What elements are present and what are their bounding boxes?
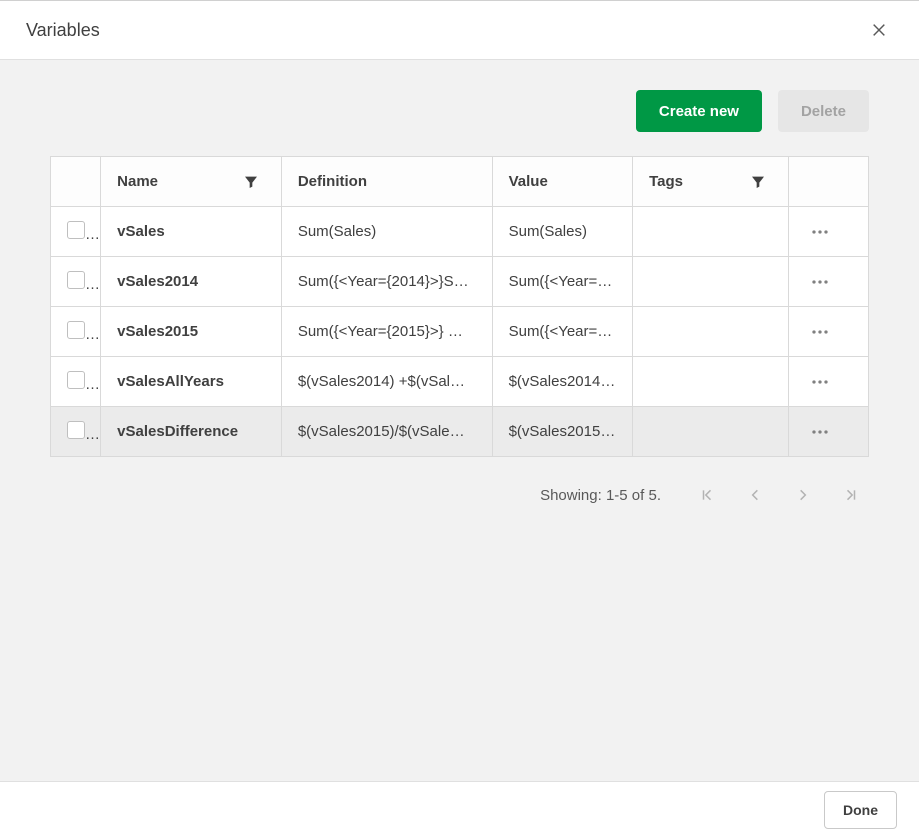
- row-actions-button[interactable]: [805, 417, 835, 447]
- more-icon: [811, 379, 829, 385]
- row-value: Sum({<Year={…: [492, 257, 633, 307]
- row-tags: [633, 357, 789, 407]
- table-row[interactable]: vSales2014Sum({<Year={2014}>}S…Sum({<Yea…: [51, 257, 869, 307]
- row-value: Sum(Sales): [492, 207, 633, 257]
- row-name: vSales2015: [101, 307, 282, 357]
- row-checkbox-cell: [51, 357, 101, 407]
- header-tags[interactable]: Tags: [633, 157, 789, 207]
- row-checkbox[interactable]: [67, 271, 85, 289]
- row-name: vSales: [101, 207, 282, 257]
- header-value[interactable]: Value: [492, 157, 633, 207]
- table-row[interactable]: vSalesAllYears$(vSales2014) +$(vSal…$(vS…: [51, 357, 869, 407]
- header-checkbox-cell: [51, 157, 101, 207]
- row-tags: [633, 407, 789, 457]
- row-definition: $(vSales2014) +$(vSal…: [281, 357, 492, 407]
- more-icon: [811, 229, 829, 235]
- table-header-row: Name Definition Value Tag: [51, 157, 869, 207]
- close-icon: [871, 21, 887, 39]
- close-button[interactable]: [865, 16, 893, 44]
- row-actions-cell: [788, 257, 868, 307]
- row-actions-button[interactable]: [805, 367, 835, 397]
- page-last-icon: [844, 488, 858, 502]
- row-name: vSales2014: [101, 257, 282, 307]
- create-new-button[interactable]: Create new: [636, 90, 762, 132]
- toolbar: Create new Delete: [50, 90, 869, 132]
- header-name[interactable]: Name: [101, 157, 282, 207]
- more-icon: [811, 279, 829, 285]
- row-value: Sum({<Year={…: [492, 307, 633, 357]
- row-actions-button[interactable]: [805, 267, 835, 297]
- row-definition: Sum({<Year={2015}>} …: [281, 307, 492, 357]
- variables-table: Name Definition Value Tag: [50, 156, 869, 457]
- pager-first-button[interactable]: [695, 483, 719, 507]
- modal-title: Variables: [26, 20, 100, 41]
- row-actions-button[interactable]: [805, 317, 835, 347]
- more-icon: [811, 329, 829, 335]
- pager-next-button[interactable]: [791, 483, 815, 507]
- pager: Showing: 1-5 of 5.: [50, 483, 869, 507]
- table-row[interactable]: vSalesDifference$(vSales2015)/$(vSale…$(…: [51, 407, 869, 457]
- row-checkbox[interactable]: [67, 371, 85, 389]
- row-definition: Sum({<Year={2014}>}S…: [281, 257, 492, 307]
- pager-showing-text: Showing: 1-5 of 5.: [540, 487, 661, 504]
- table-row[interactable]: vSalesSum(Sales)Sum(Sales): [51, 207, 869, 257]
- modal-body: Create new Delete Name: [0, 60, 919, 781]
- header-name-label: Name: [117, 173, 158, 190]
- modal-header: Variables: [0, 0, 919, 60]
- header-tags-label: Tags: [649, 173, 683, 190]
- row-definition: Sum(Sales): [281, 207, 492, 257]
- page-first-icon: [700, 488, 714, 502]
- row-checkbox[interactable]: [67, 321, 85, 339]
- row-actions-button[interactable]: [805, 217, 835, 247]
- row-value: $(vSales2014…: [492, 357, 633, 407]
- row-value: $(vSales2015…: [492, 407, 633, 457]
- chevron-left-icon: [748, 488, 762, 502]
- table-row[interactable]: vSales2015Sum({<Year={2015}>} …Sum({<Yea…: [51, 307, 869, 357]
- pager-prev-button[interactable]: [743, 483, 767, 507]
- row-checkbox[interactable]: [67, 221, 85, 239]
- filter-icon: [750, 174, 766, 190]
- row-name: vSalesAllYears: [101, 357, 282, 407]
- header-definition[interactable]: Definition: [281, 157, 492, 207]
- row-definition: $(vSales2015)/$(vSale…: [281, 407, 492, 457]
- row-checkbox-cell: [51, 307, 101, 357]
- row-tags: [633, 207, 789, 257]
- row-actions-cell: [788, 407, 868, 457]
- row-tags: [633, 257, 789, 307]
- variables-modal: Variables Create new Delete Name: [0, 0, 919, 837]
- row-checkbox-cell: [51, 207, 101, 257]
- row-tags: [633, 307, 789, 357]
- header-value-label: Value: [509, 173, 548, 190]
- modal-footer: Done: [0, 781, 919, 837]
- header-definition-label: Definition: [298, 173, 367, 190]
- row-name: vSalesDifference: [101, 407, 282, 457]
- filter-icon: [243, 174, 259, 190]
- done-button[interactable]: Done: [824, 791, 897, 829]
- row-actions-cell: [788, 357, 868, 407]
- row-actions-cell: [788, 307, 868, 357]
- name-filter-button[interactable]: [243, 157, 273, 206]
- delete-button: Delete: [778, 90, 869, 132]
- row-actions-cell: [788, 207, 868, 257]
- tags-filter-button[interactable]: [750, 157, 780, 206]
- row-checkbox-cell: [51, 407, 101, 457]
- row-checkbox[interactable]: [67, 421, 85, 439]
- chevron-right-icon: [796, 488, 810, 502]
- header-actions: [788, 157, 868, 207]
- pager-last-button[interactable]: [839, 483, 863, 507]
- more-icon: [811, 429, 829, 435]
- row-checkbox-cell: [51, 257, 101, 307]
